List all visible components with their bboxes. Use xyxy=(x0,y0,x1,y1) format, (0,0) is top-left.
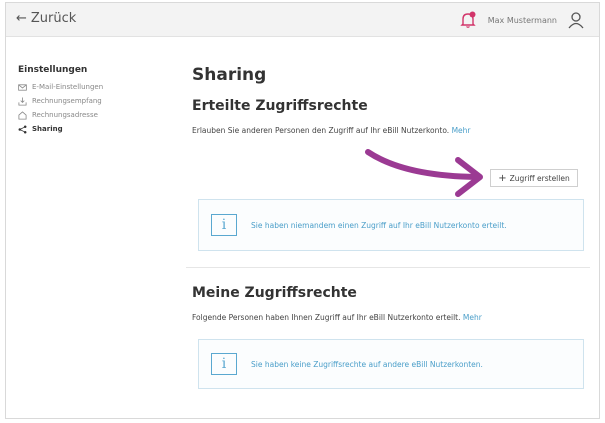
back-button[interactable]: ← Zurück xyxy=(16,11,76,26)
granted-description: Erlauben Sie anderen Personen den Zugrif… xyxy=(192,126,587,135)
bell-icon[interactable] xyxy=(458,10,478,30)
user-icon[interactable] xyxy=(567,11,585,29)
granted-info-box: i Sie haben niemandem einen Zugriff auf … xyxy=(198,199,584,251)
add-access-button[interactable]: + Zugriff erstellen xyxy=(490,169,578,187)
received-info-box: i Sie haben keine Zugriffsrechte auf and… xyxy=(198,339,584,389)
sidebar-item-invoice-receipt[interactable]: Rechnungsempfang xyxy=(18,95,158,107)
receive-icon xyxy=(18,96,27,106)
annotation-arrow xyxy=(365,149,483,197)
sidebar-item-sharing[interactable]: Sharing xyxy=(18,123,158,135)
granted-info-text: Sie haben niemandem einen Zugriff auf Ih… xyxy=(251,220,507,230)
received-description: Folgende Personen haben Ihnen Zugriff au… xyxy=(192,313,592,322)
sidebar-item-label: E-Mail-Einstellungen xyxy=(32,83,104,91)
received-info-text: Sie haben keine Zugriffsrechte auf ander… xyxy=(251,359,483,369)
mail-icon xyxy=(18,83,27,91)
share-icon xyxy=(18,125,27,133)
user-area: Max Mustermann xyxy=(458,10,585,30)
back-label: Zurück xyxy=(30,11,77,26)
settings-sidebar: Einstellungen E-Mail-Einstellungen Rechn… xyxy=(18,65,158,137)
app-window: ← Zurück Max Mustermann Einstellungen E-… xyxy=(5,2,600,419)
received-description-text: Folgende Personen haben Ihnen Zugriff au… xyxy=(192,313,461,322)
add-access-label: Zugriff erstellen xyxy=(509,173,570,183)
home-icon xyxy=(18,110,27,120)
page-title: Sharing xyxy=(192,65,267,85)
granted-section-title: Erteilte Zugriffsrechte xyxy=(192,98,368,114)
sidebar-item-label: Rechnungsadresse xyxy=(32,111,98,119)
arrow-left-icon: ← xyxy=(16,11,27,26)
main-content: Sharing Erteilte Zugriffsrechte Erlauben… xyxy=(192,65,587,135)
sidebar-item-label: Rechnungsempfang xyxy=(32,97,102,105)
granted-more-link[interactable]: Mehr xyxy=(452,126,471,135)
granted-description-text: Erlauben Sie anderen Personen den Zugrif… xyxy=(192,126,450,135)
user-name[interactable]: Max Mustermann xyxy=(488,16,557,25)
received-more-link[interactable]: Mehr xyxy=(463,313,482,322)
plus-icon: + xyxy=(498,172,507,184)
sidebar-item-invoice-address[interactable]: Rechnungsadresse xyxy=(18,109,158,121)
sidebar-item-label: Sharing xyxy=(32,125,63,133)
sidebar-item-email-settings[interactable]: E-Mail-Einstellungen xyxy=(18,81,158,93)
info-icon: i xyxy=(211,353,237,375)
sidebar-title: Einstellungen xyxy=(18,65,88,75)
section-divider xyxy=(186,267,590,268)
received-section-title: Meine Zugriffsrechte xyxy=(192,285,357,301)
info-icon: i xyxy=(211,214,237,236)
top-bar: ← Zurück Max Mustermann xyxy=(6,3,599,37)
